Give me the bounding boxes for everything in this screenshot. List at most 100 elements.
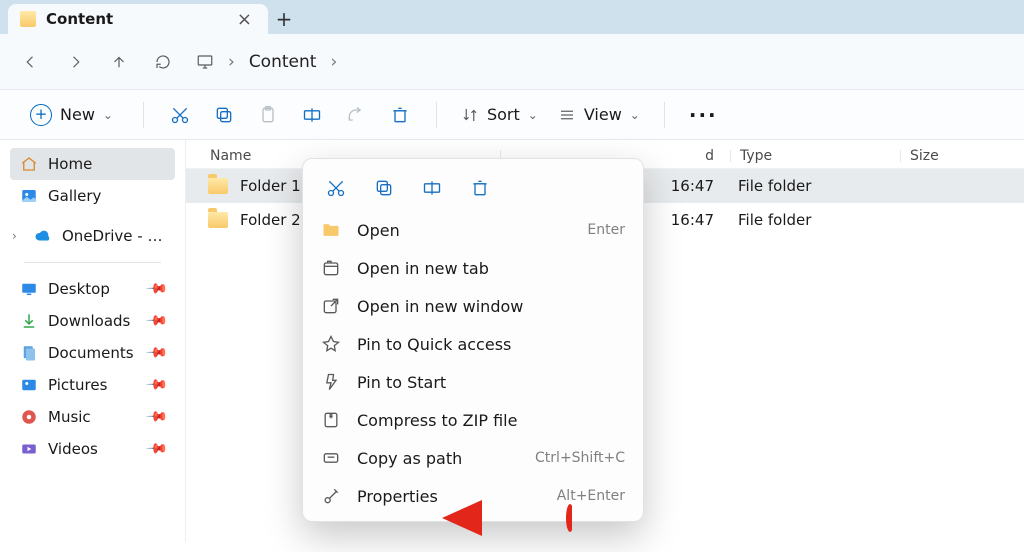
refresh-button[interactable] bbox=[146, 45, 180, 79]
sort-button[interactable]: Sort ⌄ bbox=[455, 101, 544, 128]
chevron-right-icon[interactable]: › bbox=[12, 229, 17, 243]
external-icon bbox=[321, 296, 341, 316]
chevron-down-icon: ⌄ bbox=[630, 108, 640, 122]
ctx-pin-quick[interactable]: Pin to Quick access bbox=[303, 325, 643, 363]
chevron-right-icon: › bbox=[228, 52, 235, 72]
sidebar-item-label: Gallery bbox=[48, 187, 101, 205]
ctx-delete-button[interactable] bbox=[465, 173, 495, 203]
separator bbox=[143, 102, 144, 128]
copy-button[interactable] bbox=[206, 97, 242, 133]
separator bbox=[664, 102, 665, 128]
folder-icon bbox=[208, 212, 228, 228]
pin-icon: 📌 bbox=[144, 309, 168, 333]
folder-icon bbox=[321, 220, 341, 240]
tab-bar: Content × + bbox=[0, 0, 1024, 34]
view-button[interactable]: View ⌄ bbox=[552, 101, 646, 128]
videos-icon bbox=[20, 440, 38, 458]
sidebar-item-label: Documents bbox=[48, 344, 138, 362]
col-type[interactable]: Type bbox=[738, 148, 908, 164]
sidebar-item-documents[interactable]: Documents 📌 bbox=[10, 337, 175, 369]
context-menu: Open Enter Open in new tab Open in new w… bbox=[302, 158, 644, 522]
ctx-hint: Enter bbox=[587, 222, 625, 238]
close-icon[interactable]: × bbox=[233, 9, 256, 30]
download-icon bbox=[20, 312, 38, 330]
sidebar-item-home[interactable]: Home bbox=[10, 148, 175, 180]
pictures-icon bbox=[20, 376, 38, 394]
sidebar-item-label: OneDrive - Perso bbox=[62, 227, 165, 245]
more-button[interactable]: ··· bbox=[683, 99, 724, 131]
separator bbox=[436, 102, 437, 128]
share-button[interactable] bbox=[338, 97, 374, 133]
desktop-icon bbox=[20, 280, 38, 298]
new-button-label: New bbox=[60, 105, 95, 124]
browser-tab[interactable]: Content × bbox=[8, 4, 268, 34]
ctx-properties[interactable]: Properties Alt+Enter bbox=[303, 477, 643, 515]
breadcrumb-folder[interactable]: Content bbox=[249, 52, 317, 72]
sidebar-item-label: Home bbox=[48, 155, 92, 173]
ctx-zip[interactable]: Compress to ZIP file bbox=[303, 401, 643, 439]
new-button[interactable]: + New ⌄ bbox=[18, 98, 125, 132]
tab-title: Content bbox=[46, 10, 113, 28]
zip-icon bbox=[321, 410, 341, 430]
folder-icon bbox=[20, 11, 36, 27]
ctx-copy-button[interactable] bbox=[369, 173, 399, 203]
ctx-label: Pin to Start bbox=[357, 373, 446, 392]
row-name-label: Folder 1 bbox=[240, 177, 301, 195]
row-type: File folder bbox=[738, 211, 908, 229]
ctx-copy-path[interactable]: Copy as path Ctrl+Shift+C bbox=[303, 439, 643, 477]
pin-icon: 📌 bbox=[144, 373, 168, 397]
ctx-label: Copy as path bbox=[357, 449, 462, 468]
sidebar-item-label: Desktop bbox=[48, 280, 138, 298]
ctx-label: Open bbox=[357, 221, 400, 240]
rename-button[interactable] bbox=[294, 97, 330, 133]
sidebar-item-gallery[interactable]: Gallery bbox=[10, 180, 175, 212]
pin-icon: 📌 bbox=[144, 277, 168, 301]
sidebar-item-videos[interactable]: Videos 📌 bbox=[10, 433, 175, 465]
delete-button[interactable] bbox=[382, 97, 418, 133]
pin-icon: 📌 bbox=[144, 437, 168, 461]
sidebar-item-desktop[interactable]: Desktop 📌 bbox=[10, 273, 175, 305]
ctx-open[interactable]: Open Enter bbox=[303, 211, 643, 249]
context-menu-iconrow bbox=[303, 167, 643, 211]
ctx-cut-button[interactable] bbox=[321, 173, 351, 203]
row-type: File folder bbox=[738, 177, 908, 195]
pin-icon: 📌 bbox=[144, 405, 168, 429]
toolbar: + New ⌄ Sort ⌄ View ⌄ ··· bbox=[0, 90, 1024, 140]
ctx-hint: Alt+Enter bbox=[557, 488, 625, 504]
ctx-open-window[interactable]: Open in new window bbox=[303, 287, 643, 325]
new-tab-icon bbox=[321, 258, 341, 278]
back-button[interactable] bbox=[14, 45, 48, 79]
forward-button[interactable] bbox=[58, 45, 92, 79]
chevron-down-icon: ⌄ bbox=[528, 108, 538, 122]
ctx-hint: Ctrl+Shift+C bbox=[535, 450, 625, 466]
ctx-pin-start[interactable]: Pin to Start bbox=[303, 363, 643, 401]
sidebar-item-music[interactable]: Music 📌 bbox=[10, 401, 175, 433]
sort-label: Sort bbox=[487, 105, 520, 124]
documents-icon bbox=[20, 344, 38, 362]
gallery-icon bbox=[20, 187, 38, 205]
cloud-icon bbox=[34, 227, 52, 245]
paste-button[interactable] bbox=[250, 97, 286, 133]
ctx-label: Open in new tab bbox=[357, 259, 489, 278]
sidebar-item-label: Downloads bbox=[48, 312, 138, 330]
ctx-label: Properties bbox=[357, 487, 438, 506]
ctx-rename-button[interactable] bbox=[417, 173, 447, 203]
cut-button[interactable] bbox=[162, 97, 198, 133]
up-button[interactable] bbox=[102, 45, 136, 79]
breadcrumb[interactable]: › Content › bbox=[196, 52, 337, 72]
new-tab-button[interactable]: + bbox=[268, 4, 300, 34]
col-size[interactable]: Size bbox=[908, 148, 1024, 164]
separator bbox=[24, 262, 161, 263]
home-icon bbox=[20, 155, 38, 173]
pin-icon bbox=[321, 334, 341, 354]
ctx-label: Open in new window bbox=[357, 297, 523, 316]
monitor-icon bbox=[196, 53, 214, 71]
ctx-open-tab[interactable]: Open in new tab bbox=[303, 249, 643, 287]
sidebar-item-onedrive[interactable]: › OneDrive - Perso bbox=[10, 220, 175, 252]
sidebar-item-pictures[interactable]: Pictures 📌 bbox=[10, 369, 175, 401]
sidebar-item-downloads[interactable]: Downloads 📌 bbox=[10, 305, 175, 337]
chevron-right-icon: › bbox=[330, 52, 337, 72]
view-label: View bbox=[584, 105, 622, 124]
ctx-label: Pin to Quick access bbox=[357, 335, 511, 354]
row-name-label: Folder 2 bbox=[240, 211, 301, 229]
